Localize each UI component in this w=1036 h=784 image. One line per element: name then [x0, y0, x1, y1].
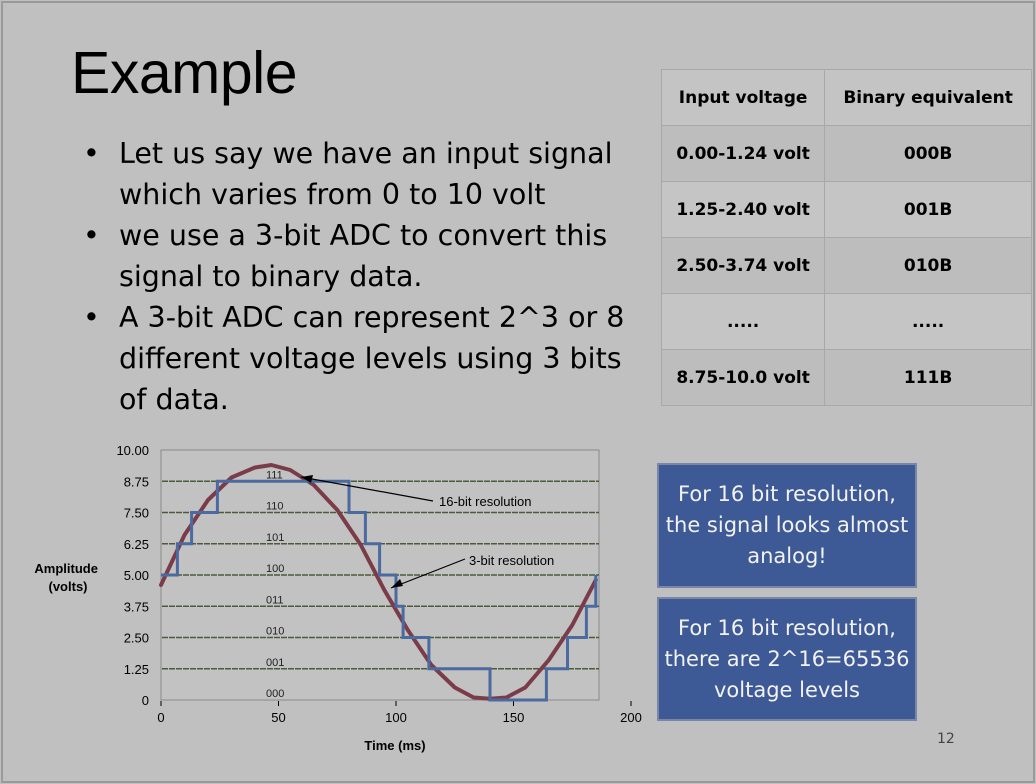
annotation-16bit: 16-bit resolution — [439, 494, 532, 509]
x-tick-label: 100 — [385, 710, 407, 725]
table-header: Input voltage — [660, 69, 826, 126]
callout-text: For 16 bit resolution, there are 2^16=65… — [664, 615, 910, 702]
table-row: 1.25-2.40 volt 001B — [660, 181, 1032, 238]
table-cell: ..... — [824, 293, 1032, 350]
table-cell: 0.00-1.24 volt — [660, 125, 826, 182]
table-row: 2.50-3.74 volt 010B — [660, 237, 1032, 294]
table-cell: 001B — [824, 181, 1032, 238]
y-tick-label: 2.50 — [124, 631, 149, 646]
y-axis-label-line2: (volts) — [49, 579, 88, 594]
table-header-row: Input voltage Binary equivalent — [660, 69, 1032, 126]
voltage-binary-table: Input voltage Binary equivalent 0.00-1.2… — [660, 69, 1032, 406]
level-code-label: 001 — [266, 657, 284, 669]
level-code-label: 111 — [266, 469, 283, 481]
x-tick-label: 50 — [271, 710, 285, 725]
x-axis-label: Time (ms) — [364, 738, 425, 753]
level-code-label: 010 — [266, 626, 284, 638]
x-tick-label: 0 — [157, 710, 164, 725]
table-row: 8.75-10.0 volt 111B — [660, 349, 1032, 406]
y-tick-label: 10.00 — [116, 443, 149, 458]
level-code-label: 000 — [266, 688, 284, 700]
bullet-item: A 3-bit ADC can represent 2^3 or 8 diffe… — [77, 297, 637, 420]
callout-text: For 16 bit resolution, the signal looks … — [665, 482, 909, 568]
level-code-label: 011 — [266, 594, 284, 606]
bullet-item: we use a 3-bit ADC to convert this signa… — [77, 215, 637, 297]
level-code-label: 101 — [266, 532, 284, 544]
y-tick-label: 5.00 — [124, 568, 149, 583]
y-tick-label: 6.25 — [124, 537, 149, 552]
bullet-item: Let us say we have an input signal which… — [77, 133, 637, 215]
x-tick-label: 150 — [503, 710, 525, 725]
page-number: 12 — [937, 731, 955, 747]
x-tick-label: 200 — [620, 710, 642, 725]
table-cell: 111B — [824, 349, 1032, 406]
level-code-label: 110 — [266, 501, 284, 513]
slide: Example Let us say we have an input sign… — [1, 1, 1035, 783]
table-cell: 1.25-2.40 volt — [660, 181, 826, 238]
table-header: Binary equivalent — [824, 69, 1032, 126]
y-axis-label: Amplitude (volts) — [34, 561, 101, 594]
level-code-label: 100 — [266, 563, 284, 575]
y-tick-label: 3.75 — [124, 599, 149, 614]
y-tick-label: 0 — [142, 693, 149, 708]
y-tick-label: 1.25 — [124, 662, 149, 677]
slide-title: Example — [71, 40, 298, 106]
callout-levels: For 16 bit resolution, there are 2^16=65… — [657, 597, 917, 721]
table-cell: 010B — [824, 237, 1032, 294]
y-tick-label: 7.50 — [124, 506, 149, 521]
table-cell: 8.75-10.0 volt — [660, 349, 826, 406]
table-cell: 2.50-3.74 volt — [660, 237, 826, 294]
table-cell: 000B — [824, 125, 1032, 182]
annotation-3bit: 3-bit resolution — [469, 553, 554, 568]
table-row: ..... ..... — [660, 293, 1032, 350]
bullet-list: Let us say we have an input signal which… — [77, 133, 637, 420]
y-tick-label: 8.75 — [124, 474, 149, 489]
adc-resolution-chart: 000 001 010 011 100 101 110 111 0 1.25 2.50 3.75 5.… — [34, 443, 642, 753]
table-row: 0.00-1.24 volt 000B — [660, 125, 1032, 182]
callout-analog: For 16 bit resolution, the signal looks … — [657, 463, 917, 588]
table-cell: ..... — [660, 293, 826, 350]
y-axis-label-line1: Amplitude — [34, 561, 98, 576]
